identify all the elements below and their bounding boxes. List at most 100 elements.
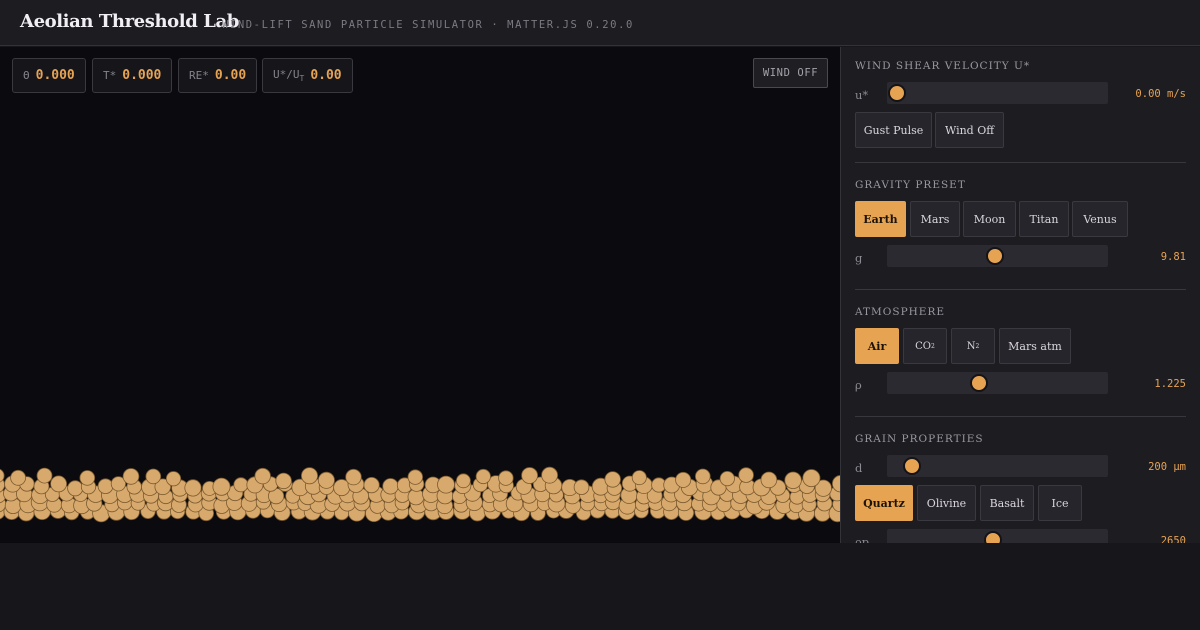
grain-density-label: ρp — [855, 535, 870, 543]
gravity-slider-thumb[interactable] — [986, 247, 1004, 265]
wind-section-title: WIND SHEAR VELOCITY U* — [855, 60, 1031, 72]
material-quartz-button[interactable]: Quartz — [855, 485, 913, 521]
section-divider — [855, 289, 1186, 290]
diameter-label: d — [855, 461, 863, 475]
density-label: ρ — [855, 378, 862, 392]
sand-grain — [254, 467, 271, 485]
sand-grain — [573, 479, 590, 496]
sand-grain — [145, 468, 162, 485]
sand-grain — [738, 467, 754, 483]
sand-grain — [363, 476, 380, 494]
velocity-ratio-label-text: U*/U — [273, 67, 300, 81]
grain-density-slider[interactable] — [887, 529, 1108, 543]
velocity-ratio-value: 0.00 — [310, 68, 342, 83]
material-olivine-button[interactable]: Olivine — [917, 485, 976, 521]
sand-grain — [760, 471, 778, 489]
gravity-slider[interactable] — [887, 245, 1108, 267]
sand-grain — [521, 467, 538, 484]
tstar-label: T* — [103, 69, 117, 82]
velocity-ratio-label: U*/UT — [273, 68, 304, 83]
app-title: Aeolian Threshold Lab — [20, 11, 239, 32]
ustar-value: 0.00 m/s — [1135, 88, 1186, 100]
sand-grain — [300, 467, 318, 485]
sand-grain — [275, 472, 292, 490]
air-density-slider-thumb[interactable] — [970, 374, 988, 392]
app-header: Aeolian Threshold Lab WIND-LIFT SAND PAR… — [0, 0, 1200, 46]
velocity-ratio-readout: U*/UT 0.00 — [262, 58, 353, 93]
sand-grain — [631, 470, 647, 486]
sand-grain — [212, 477, 231, 496]
theta-value: 0.000 — [35, 68, 75, 83]
reynolds-readout: RE* 0.00 — [178, 58, 258, 93]
wind-off-button[interactable]: Wind Off — [935, 112, 1004, 148]
atmosphere-section-title: ATMOSPHERE — [855, 306, 946, 318]
sand-grain — [184, 479, 202, 497]
gravity-value: 9.81 — [1160, 251, 1186, 263]
grain-density-slider-thumb[interactable] — [984, 531, 1002, 543]
gravity-mars-button[interactable]: Mars — [910, 201, 960, 237]
sand-grain — [455, 473, 471, 489]
air-density-slider[interactable] — [887, 372, 1108, 394]
gravity-titan-button[interactable]: Titan — [1019, 201, 1069, 237]
control-panel: WIND SHEAR VELOCITY U* u* 0.00 m/s Gust … — [840, 47, 1200, 543]
atmosphere-air-label: Air — [867, 339, 887, 353]
tstar-readout: T* 0.000 — [92, 58, 173, 93]
diameter-value: 200 μm — [1148, 461, 1186, 473]
sand-grain — [122, 468, 140, 485]
sand-grain — [382, 478, 399, 495]
theta-label: Θ — [23, 69, 30, 82]
grain-density-value: 2650 — [1160, 535, 1186, 543]
sand-grain — [36, 467, 53, 484]
velocity-ratio-label-sub: T — [299, 74, 305, 84]
ustar-label: u* — [855, 88, 869, 102]
sand-grain — [604, 471, 621, 488]
material-basalt-button[interactable]: Basalt — [980, 485, 1034, 521]
diameter-slider-thumb[interactable] — [903, 457, 921, 475]
air-density-value: 1.225 — [1154, 378, 1186, 390]
sand-grain — [437, 475, 455, 494]
sand-grain — [675, 471, 692, 488]
sand-grain — [475, 468, 491, 485]
sand-grain — [802, 469, 821, 488]
gust-pulse-button[interactable]: Gust Pulse — [855, 112, 932, 148]
sand-grain — [233, 477, 249, 493]
atmosphere-n2-button[interactable]: N2 — [951, 328, 995, 364]
sand-bed — [0, 466, 840, 523]
sand-grain — [317, 471, 335, 489]
wind-toggle-button[interactable]: WIND OFF — [753, 58, 828, 88]
gravity-earth-button[interactable]: Earth — [855, 201, 906, 237]
app-subtitle: WIND-LIFT SAND PARTICLE SIMULATOR · MATT… — [222, 19, 634, 31]
theta-readout: Θ 0.000 — [12, 58, 86, 93]
atmosphere-air-button[interactable]: Air — [855, 328, 899, 364]
atmosphere-n2-label: N — [966, 340, 976, 352]
material-ice-button[interactable]: Ice — [1038, 485, 1082, 521]
ustar-slider-thumb[interactable] — [888, 84, 906, 102]
atmosphere-mars-label: Mars atm — [1008, 339, 1062, 353]
sand-grain — [67, 480, 84, 497]
sand-grain — [719, 470, 735, 487]
gravity-label: g — [855, 251, 863, 265]
section-divider — [855, 162, 1186, 163]
sand-grain — [541, 466, 558, 484]
atmosphere-co2-sub: 2 — [931, 342, 935, 350]
section-divider — [855, 416, 1186, 417]
sand-grain — [498, 470, 514, 486]
reynolds-value: 0.00 — [214, 68, 247, 83]
gravity-moon-button[interactable]: Moon — [963, 201, 1016, 237]
gravity-section-title: GRAVITY PRESET — [855, 179, 966, 191]
gravity-venus-button[interactable]: Venus — [1072, 201, 1128, 237]
sand-grain — [694, 468, 711, 485]
sand-grain — [407, 469, 424, 485]
simulation-canvas[interactable]: Θ 0.000 T* 0.000 RE* 0.00 U*/UT 0.00 WIN… — [0, 47, 840, 543]
atmosphere-n2-sub: 2 — [975, 342, 980, 350]
atmosphere-co2-button[interactable]: CO 2 — [903, 328, 947, 364]
sand-grain — [10, 469, 27, 486]
sand-grain — [345, 468, 362, 486]
ustar-slider[interactable] — [887, 82, 1108, 104]
sand-grain — [165, 471, 182, 487]
sand-grain — [97, 478, 114, 495]
atmosphere-mars-button[interactable]: Mars atm — [999, 328, 1071, 364]
diameter-slider[interactable] — [887, 455, 1108, 477]
tstar-value: 0.000 — [122, 68, 162, 83]
atmosphere-co2-label: CO — [915, 340, 932, 352]
